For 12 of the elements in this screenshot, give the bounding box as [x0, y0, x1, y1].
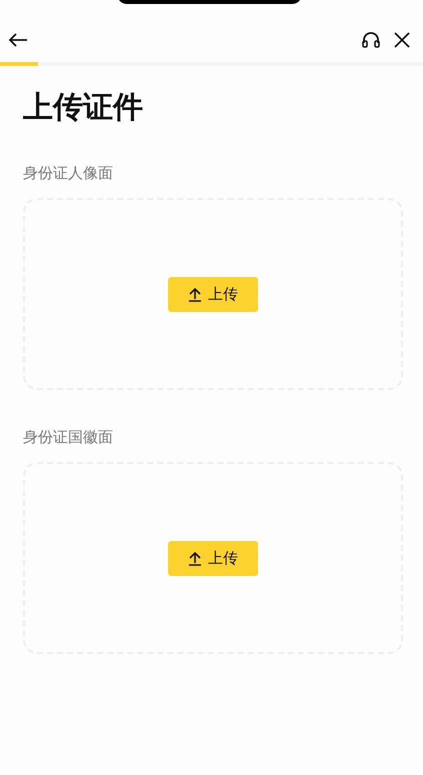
section-label: 身份证国徽面	[23, 428, 114, 446]
section-label: 身份证人像面	[23, 164, 114, 182]
upload-icon	[188, 286, 202, 302]
upload-area[interactable]: 上传	[23, 462, 403, 654]
upload-area[interactable]: 上传	[23, 198, 403, 390]
back-arrow-icon[interactable]	[8, 32, 28, 48]
close-icon[interactable]	[394, 32, 410, 48]
upload-button[interactable]: 上传	[168, 276, 258, 312]
upload-button[interactable]: 上传	[168, 540, 258, 576]
page-title: 上传证件	[23, 90, 144, 126]
headset-icon[interactable]	[361, 31, 381, 49]
upload-icon	[188, 550, 202, 566]
